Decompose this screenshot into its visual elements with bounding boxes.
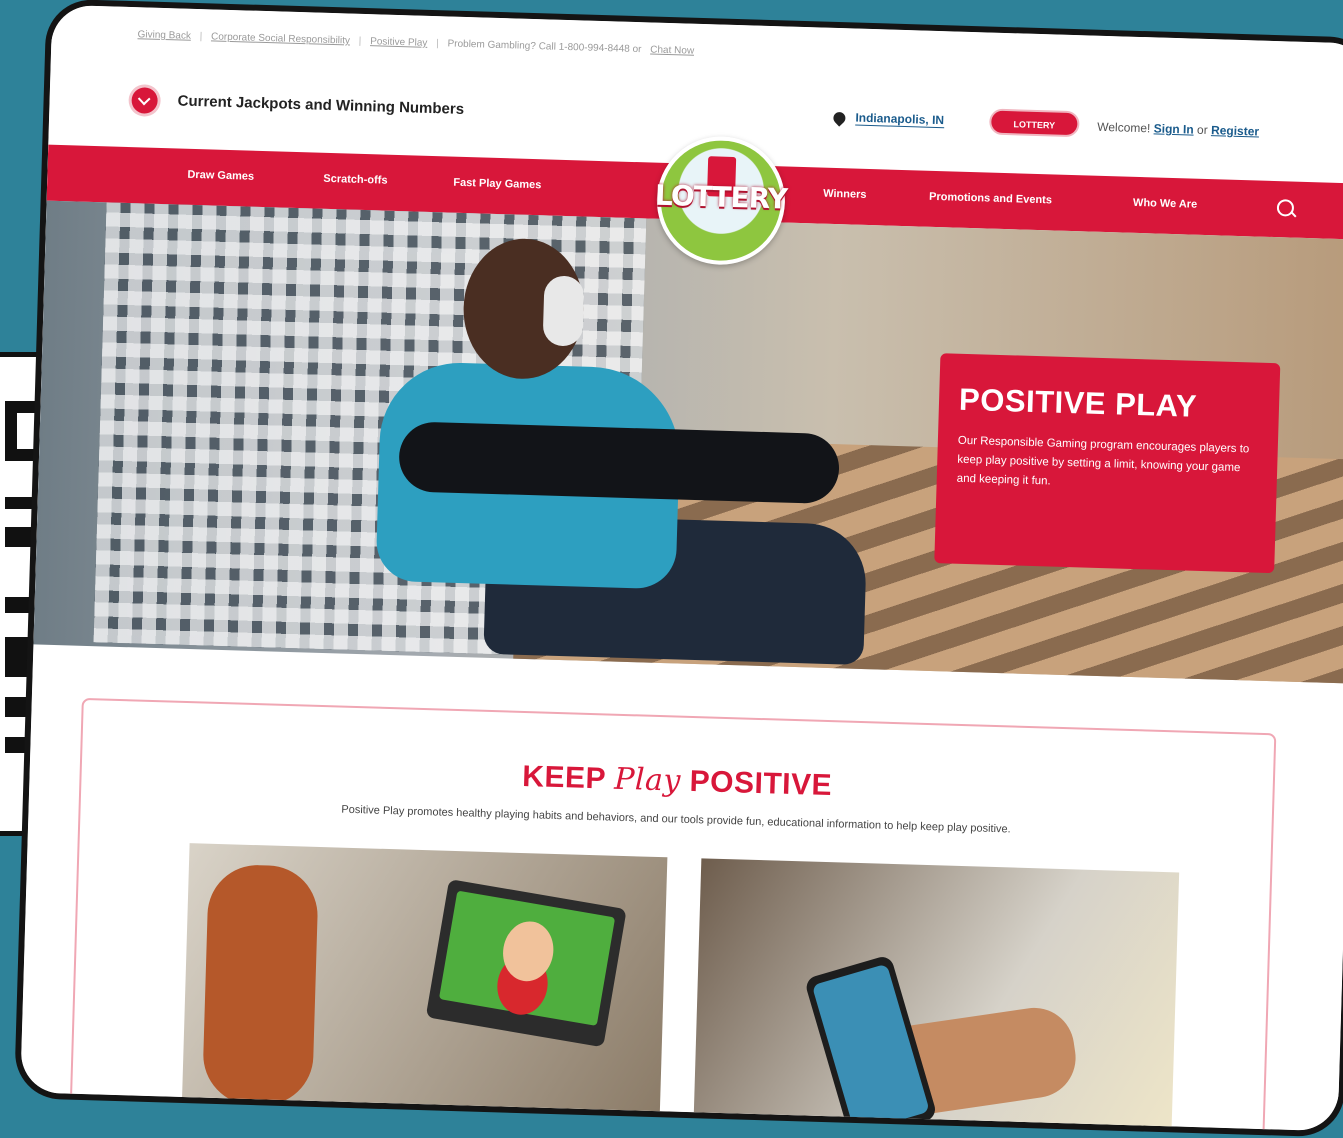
phone-screen (811, 963, 930, 1134)
nav-promotions-events[interactable]: Promotions and Events (929, 191, 1052, 207)
headphones-image (542, 275, 585, 347)
giving-back-link[interactable]: Giving Back (137, 29, 191, 42)
laptop-screen (438, 890, 616, 1026)
csr-link[interactable]: Corporate Social Responsibility (211, 31, 350, 46)
nav-winners[interactable]: Winners (823, 188, 867, 201)
or-text: or (1196, 122, 1208, 138)
chat-now-link[interactable]: Chat Now (650, 44, 694, 56)
tile-photo-person (201, 863, 319, 1107)
mini-lottery-logo[interactable]: LOTTERY (988, 108, 1080, 138)
welcome-text: Welcome! (1097, 119, 1151, 136)
promo-title: POSITIVE PLAY (958, 381, 1198, 424)
logo-wordmark: LOTTERY (654, 178, 788, 216)
hero-photo-arms (398, 421, 841, 505)
separator: | (358, 35, 362, 47)
webpage: Giving Back | Corporate Social Responsib… (20, 4, 1343, 1138)
nav-scratch-offs[interactable]: Scratch-offs (323, 173, 388, 187)
nav-draw-games[interactable]: Draw Games (187, 169, 254, 183)
positive-play-link[interactable]: Positive Play (370, 36, 428, 49)
problem-gambling-text: Problem Gambling? Call 1-800-994-8448 or (447, 38, 642, 56)
keep-play-positive-section: KEEP Play POSITIVE Positive Play promote… (69, 697, 1277, 1138)
separator: | (199, 31, 203, 43)
tile-phone[interactable] (693, 858, 1180, 1138)
positive-play-card[interactable]: POSITIVE PLAY Our Responsible Gaming pro… (934, 353, 1281, 574)
promo-body: Our Responsible Gaming program encourage… (956, 434, 1250, 488)
nav-who-we-are[interactable]: Who We Are (1133, 197, 1197, 211)
jackpots-link[interactable]: Current Jackpots and Winning Numbers (177, 92, 464, 117)
search-icon[interactable] (1276, 199, 1295, 217)
cartoon-avatar (498, 917, 558, 986)
qr-module (5, 637, 29, 677)
sign-in-link[interactable]: Sign In (1154, 121, 1194, 136)
location-pin-icon (830, 109, 848, 127)
separator: | (435, 38, 439, 50)
welcome-message: Welcome! Sign In or Register (1097, 120, 1259, 139)
location-link[interactable]: Indianapolis, IN (855, 110, 945, 129)
chevron-down-icon[interactable] (131, 87, 159, 114)
tablet-frame: Giving Back | Corporate Social Responsib… (13, 0, 1343, 1138)
title-play: Play (613, 761, 682, 799)
title-positive: POSITIVE (689, 764, 833, 803)
title-keep: KEEP (521, 759, 606, 796)
utility-bar: Giving Back | Corporate Social Responsib… (137, 29, 1309, 90)
laptop-image (425, 879, 627, 1048)
tile-laptop[interactable] (181, 843, 668, 1138)
nav-fast-play-games[interactable]: Fast Play Games (453, 177, 541, 192)
register-link[interactable]: Register (1211, 123, 1259, 138)
